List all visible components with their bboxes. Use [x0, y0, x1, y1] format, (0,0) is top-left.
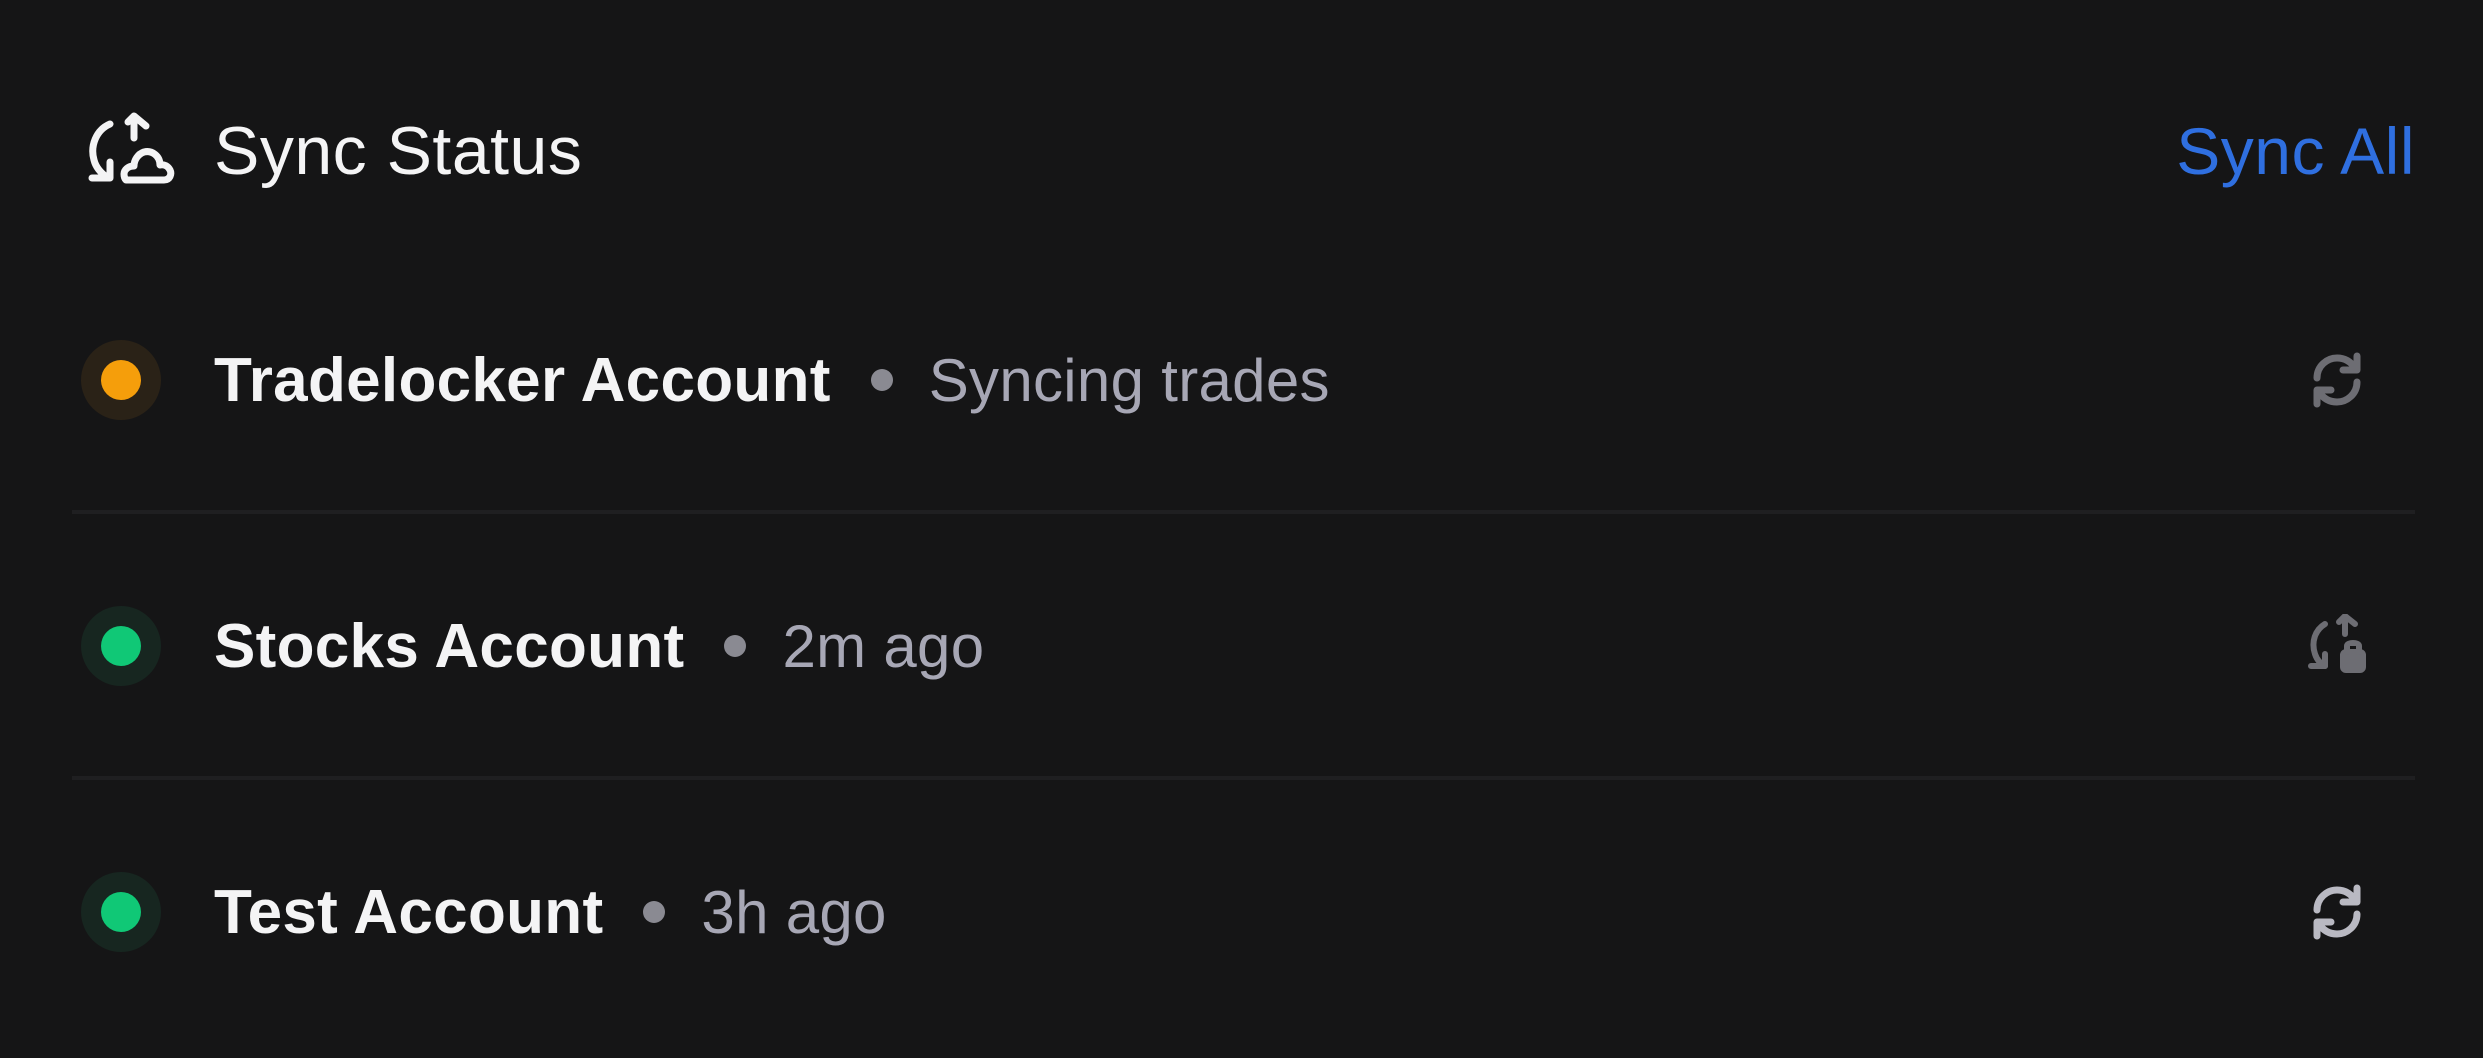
sync-locked-icon[interactable]: [2295, 604, 2379, 688]
account-name: Tradelocker Account: [214, 345, 831, 415]
account-status: 3h ago: [701, 878, 887, 946]
refresh-icon[interactable]: [2295, 870, 2379, 954]
refresh-icon[interactable]: [2295, 338, 2379, 422]
status-indicator: [81, 872, 161, 952]
status-indicator: [81, 606, 161, 686]
list-item: Tradelocker Account Syncing trades: [72, 248, 2415, 514]
status-dot: [101, 892, 141, 932]
account-status: Syncing trades: [928, 346, 1330, 414]
page-title: Sync Status: [214, 113, 583, 189]
account-info: Stocks Account 2m ago: [214, 606, 984, 686]
sync-cloud-icon: [84, 112, 176, 192]
sync-all-button[interactable]: Sync All: [2176, 108, 2415, 194]
account-info: Tradelocker Account Syncing trades: [214, 340, 1330, 420]
account-name: Stocks Account: [214, 611, 685, 681]
sync-status-panel: Sync Status Sync All Tradelocker Account…: [0, 0, 2483, 1058]
status-dot: [101, 360, 141, 400]
account-info: Test Account 3h ago: [214, 872, 887, 952]
status-dot: [101, 626, 141, 666]
account-name: Test Account: [214, 877, 604, 947]
separator-dot: [870, 369, 893, 391]
separator-dot: [724, 635, 747, 657]
status-indicator: [81, 340, 161, 420]
list-item: Test Account 3h ago: [72, 780, 2415, 1046]
separator-dot: [643, 901, 666, 923]
list-item: Stocks Account 2m ago: [72, 514, 2415, 780]
account-status: 2m ago: [782, 612, 985, 680]
account-list: Tradelocker Account Syncing trades Stock…: [72, 248, 2415, 1046]
